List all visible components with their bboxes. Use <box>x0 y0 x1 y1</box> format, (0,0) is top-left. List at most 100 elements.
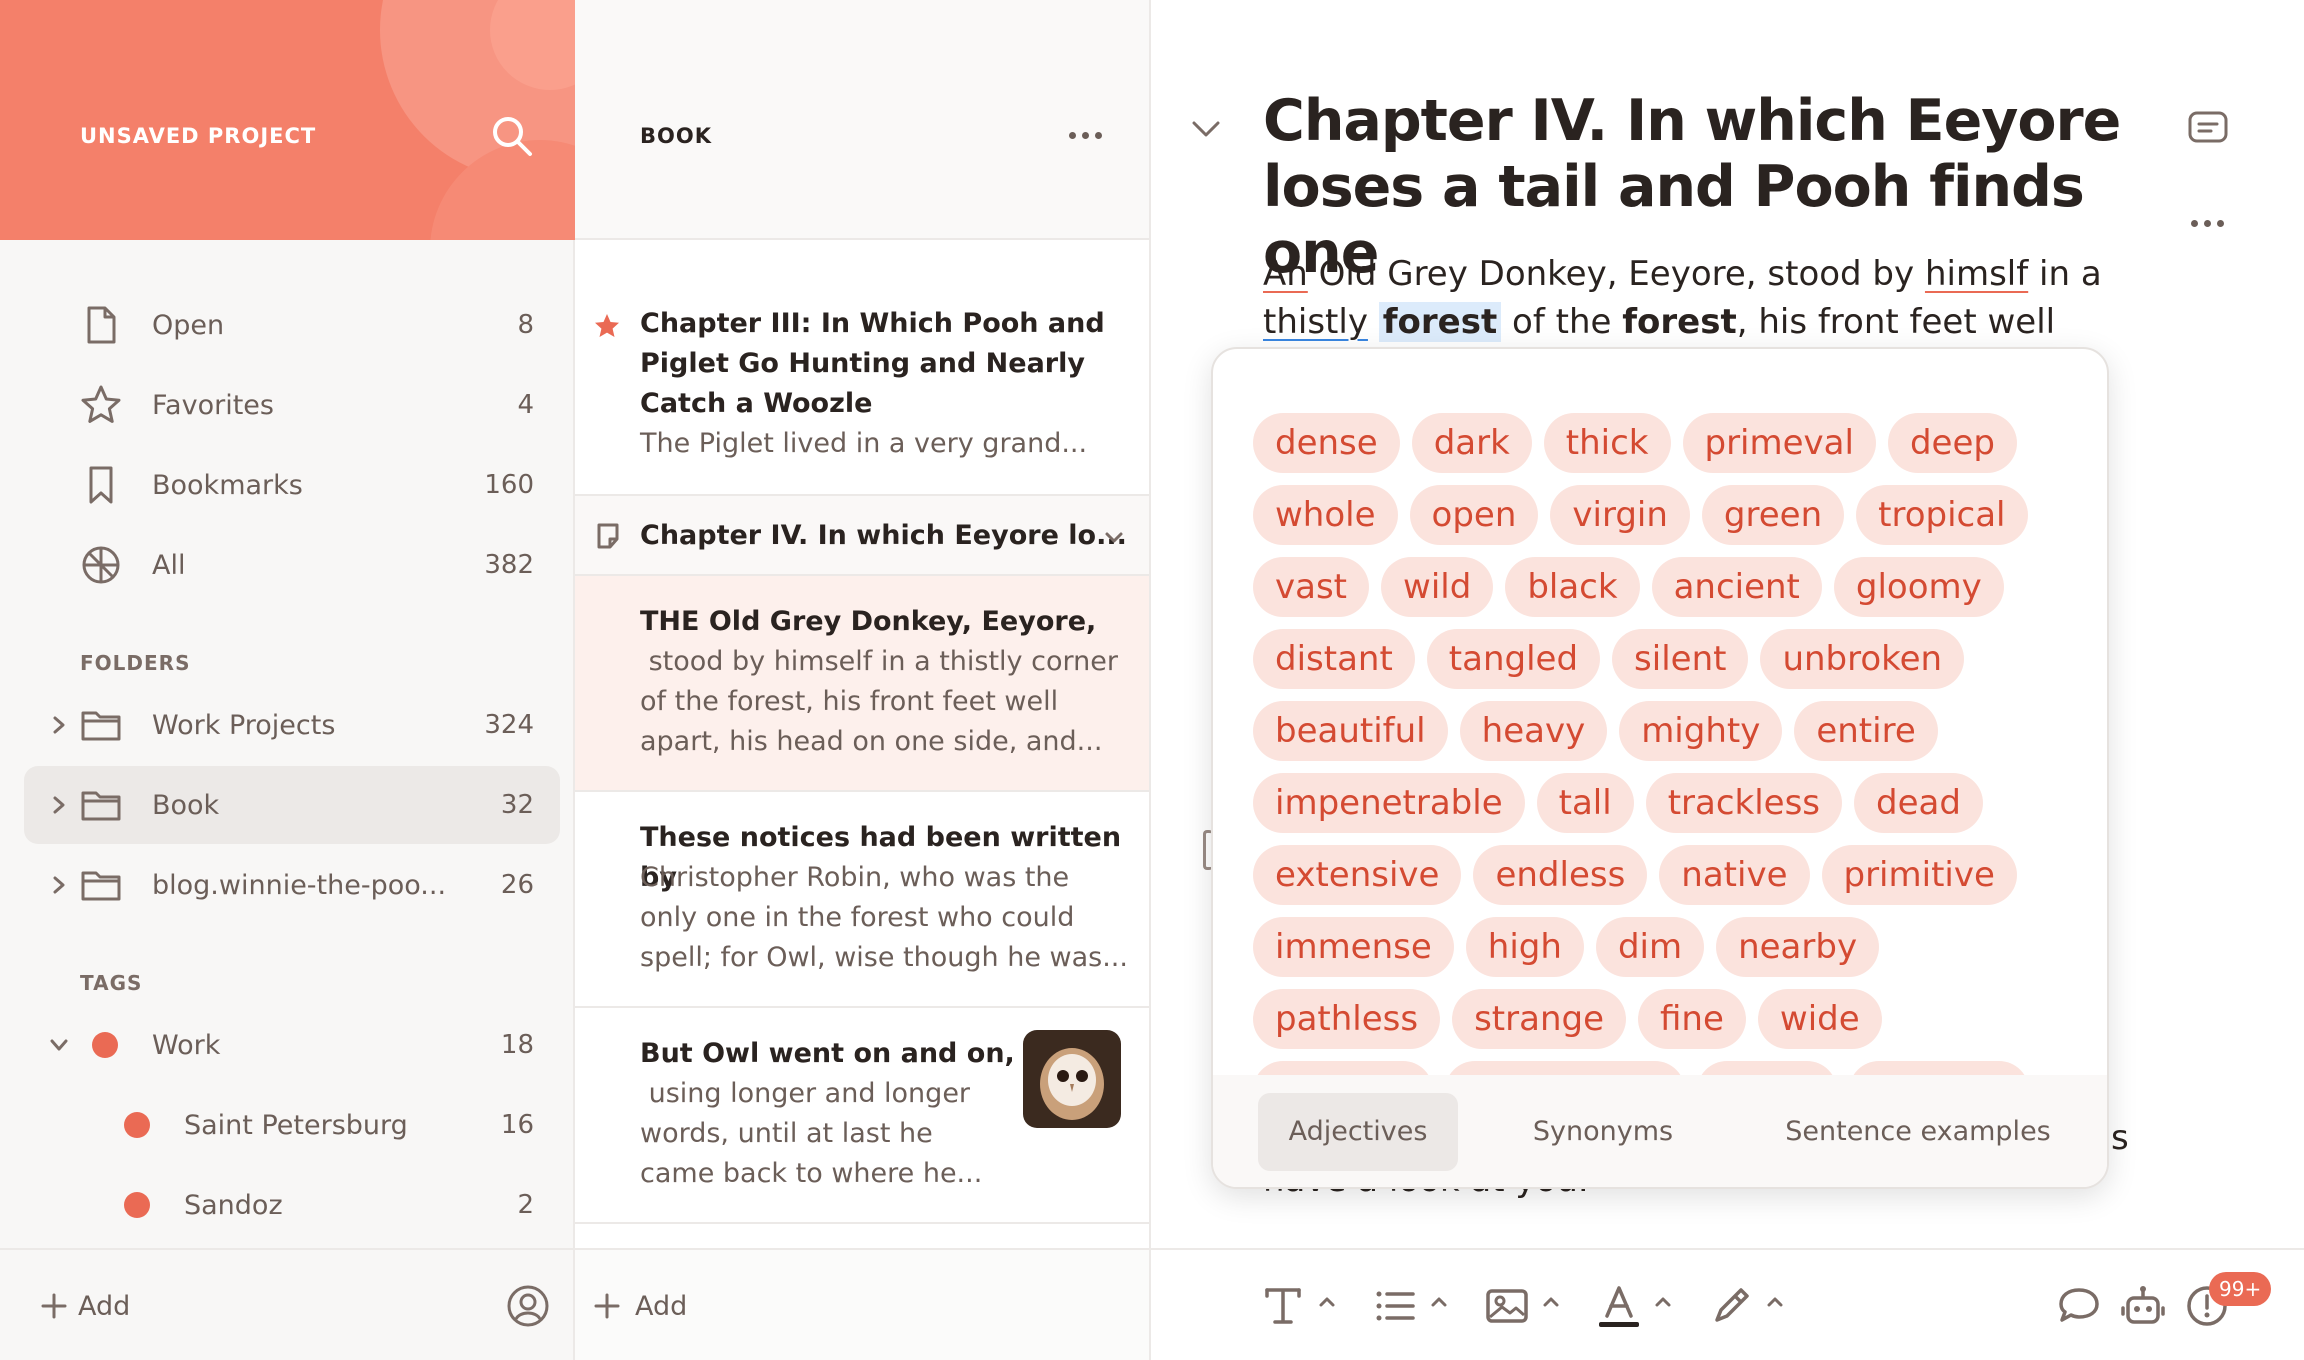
tag-saint-petersburg[interactable]: Saint Petersburg 16 <box>24 1086 560 1164</box>
suggestion-chip[interactable]: black <box>1505 557 1640 617</box>
suggestion-chip[interactable]: fine <box>1638 989 1746 1049</box>
comment-icon[interactable] <box>2055 1282 2103 1330</box>
note-item[interactable]: Chapter III: In Which Pooh and Piglet Go… <box>575 242 1149 496</box>
suggestion-chip[interactable]: dead <box>1854 773 1983 833</box>
suggestion-chip[interactable]: gloomy <box>1833 557 2004 617</box>
chevron-down-icon[interactable] <box>1103 526 1125 548</box>
suggestion-chip[interactable]: nearby <box>1716 917 1880 977</box>
tab-synonyms[interactable]: Synonyms <box>1503 1093 1703 1171</box>
suggestion-chip[interactable]: high <box>1465 917 1584 977</box>
suggestion-chip[interactable]: distant <box>1253 629 1415 689</box>
suggestion-chip[interactable]: endless <box>1473 845 1648 905</box>
account-icon[interactable] <box>506 1284 550 1328</box>
note-title: Chapter III: In Which Pooh and <box>640 308 1105 339</box>
suggestion-chip[interactable]: silent <box>1612 629 1749 689</box>
assistant-robot-icon[interactable] <box>2119 1282 2167 1330</box>
chevron-right-icon[interactable] <box>48 872 70 898</box>
chevron-right-icon[interactable] <box>48 712 70 738</box>
chevron-right-icon[interactable] <box>48 792 70 818</box>
note-group-header[interactable]: Chapter IV. In which Eeyore lo... <box>575 496 1149 576</box>
folder-work-projects[interactable]: Work Projects 324 <box>24 686 560 764</box>
tag-work[interactable]: Work 18 <box>24 1006 560 1084</box>
tab-sentence-examples[interactable]: Sentence examples <box>1773 1093 2063 1171</box>
body-text: in a <box>2028 254 2102 294</box>
search-icon[interactable] <box>488 112 536 160</box>
suggestion-chip[interactable]: immense <box>1253 917 1454 977</box>
suggestion-chip[interactable]: dense <box>1253 413 1400 473</box>
suggestion-chip[interactable]: tall <box>1536 773 1634 833</box>
suggestion-chip[interactable] <box>1697 1061 1837 1075</box>
caret-up-icon[interactable] <box>1541 1292 1561 1312</box>
selected-word[interactable]: forest <box>1378 302 1502 342</box>
suggestion-chip[interactable]: vast <box>1253 557 1370 617</box>
nav-favorites[interactable]: Favorites 4 <box>24 366 560 444</box>
caret-up-icon[interactable] <box>1317 1292 1337 1312</box>
highlighter-icon[interactable] <box>1707 1282 1755 1330</box>
suggestion-chip[interactable] <box>1849 1061 2029 1075</box>
nav-label: Open <box>152 310 225 341</box>
misspelled-word[interactable]: himslf <box>1925 254 2028 294</box>
suggestion-chip[interactable]: native <box>1659 845 1810 905</box>
suggestion-chip[interactable]: strange <box>1452 989 1627 1049</box>
image-icon[interactable] <box>1483 1282 1531 1330</box>
suggestion-chip[interactable]: heavy <box>1459 701 1608 761</box>
suggestion-chip[interactable]: mighty <box>1619 701 1783 761</box>
note-preview: of the forest, his front feet well <box>640 686 1059 717</box>
text-style-icon[interactable] <box>1259 1282 1307 1330</box>
note-item[interactable]: But Owl went on and on, using longer and… <box>575 1008 1149 1224</box>
caret-up-icon[interactable] <box>1429 1292 1449 1312</box>
nav-bookmarks[interactable]: Bookmarks 160 <box>24 446 560 524</box>
suggestion-chip[interactable]: primeval <box>1682 413 1876 473</box>
chevron-down-icon[interactable] <box>48 1032 70 1058</box>
note-item-selected[interactable]: THE Old Grey Donkey, Eeyore, stood by hi… <box>575 576 1149 792</box>
suggestion-chip[interactable] <box>1445 1061 1685 1075</box>
suggestion-chip[interactable]: dark <box>1411 413 1532 473</box>
suggestion-chip[interactable]: impenetrable <box>1253 773 1525 833</box>
suggestion-chip[interactable]: unbroken <box>1760 629 1965 689</box>
suggestion-chip[interactable]: green <box>1701 485 1845 545</box>
nav-all[interactable]: All 382 <box>24 526 560 604</box>
collapse-chevron-icon[interactable] <box>1189 112 1223 146</box>
suggestion-chip[interactable]: primitive <box>1821 845 2017 905</box>
nav-open[interactable]: Open 8 <box>24 286 560 364</box>
note-preview: The Piglet lived in a very grand... <box>640 428 1088 459</box>
text-color-icon[interactable] <box>1595 1282 1643 1330</box>
suggestion-chip[interactable]: virgin <box>1550 485 1690 545</box>
suggestion-chip[interactable]: pathless <box>1253 989 1441 1049</box>
caret-up-icon[interactable] <box>1653 1292 1673 1312</box>
misspelled-word[interactable]: An <box>1263 254 1308 294</box>
note-item[interactable]: These notices had been written by Christ… <box>575 792 1149 1008</box>
suggestion-chip[interactable]: dim <box>1595 917 1705 977</box>
suggestion-chip[interactable]: whole <box>1253 485 1398 545</box>
flagged-word[interactable]: thistly <box>1263 302 1368 342</box>
owl-thumbnail-image <box>1023 1030 1121 1128</box>
suggestion-chip[interactable]: tropical <box>1856 485 2028 545</box>
tag-sandoz[interactable]: Sandoz 2 <box>24 1166 560 1244</box>
folder-blog[interactable]: blog.winnie-the-poo... 26 <box>24 846 560 924</box>
suggestion-chip[interactable]: deep <box>1887 413 2017 473</box>
project-title[interactable]: UNSAVED PROJECT <box>80 124 316 148</box>
suggestion-chip[interactable]: wild <box>1381 557 1494 617</box>
suggestion-chip[interactable]: trackless <box>1645 773 1843 833</box>
suggestion-chip[interactable]: wide <box>1757 989 1882 1049</box>
document-body[interactable]: An Old Grey Donkey, Eeyore, stood by him… <box>1263 250 2163 346</box>
body-text: Old Grey Donkey, Eeyore, stood by <box>1307 254 1925 294</box>
suggestion-chip[interactable]: thick <box>1543 413 1671 473</box>
suggestion-chip[interactable]: ancient <box>1651 557 1822 617</box>
more-options-icon[interactable] <box>1069 132 1102 139</box>
suggestion-chip[interactable] <box>1253 1061 1433 1075</box>
suggestion-chip[interactable]: beautiful <box>1253 701 1448 761</box>
suggestion-chip[interactable]: extensive <box>1253 845 1462 905</box>
folder-book[interactable]: Book 32 <box>24 766 560 844</box>
sidebar-add-button[interactable]: Add <box>40 1284 130 1328</box>
suggestion-chip[interactable]: open <box>1409 485 1539 545</box>
caret-up-icon[interactable] <box>1765 1292 1785 1312</box>
comments-panel-icon[interactable] <box>2187 110 2229 146</box>
note-add-button[interactable]: Add <box>593 1284 687 1328</box>
tab-adjectives[interactable]: Adjectives <box>1258 1093 1458 1171</box>
document-more-icon[interactable] <box>2191 220 2224 227</box>
suggestion-chip[interactable]: entire <box>1794 701 1938 761</box>
suggestion-chip[interactable]: tangled <box>1426 629 1601 689</box>
folder-icon <box>81 711 121 741</box>
list-icon[interactable] <box>1371 1282 1419 1330</box>
